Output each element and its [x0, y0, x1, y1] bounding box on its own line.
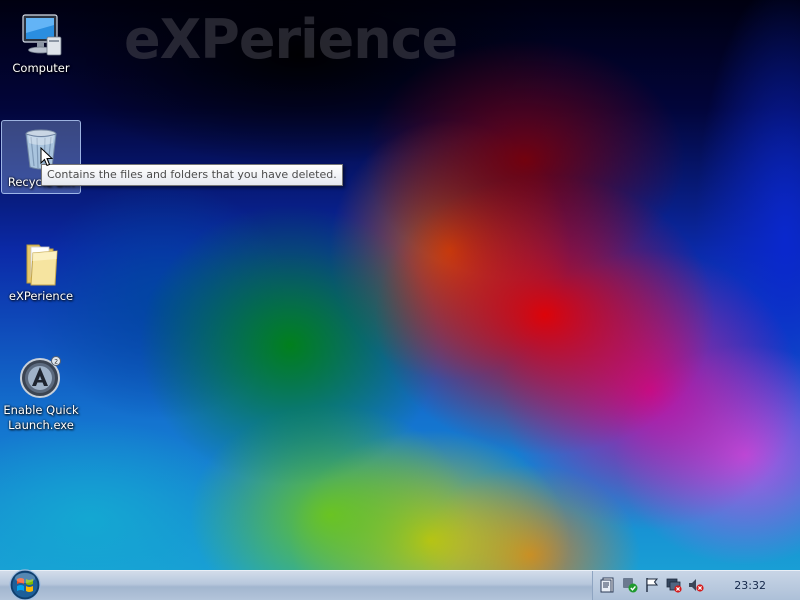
desktop-icon-computer[interactable]: Computer — [1, 6, 81, 80]
system-tray: 23:32 — [592, 571, 800, 600]
quick-launch-app-icon: 2 — [20, 356, 61, 398]
desktop-icon-experience-folder[interactable]: eXPerience — [1, 234, 81, 308]
svg-text:2: 2 — [54, 359, 58, 366]
taskbar-clock[interactable]: 23:32 — [734, 571, 766, 600]
action-center-flag-icon[interactable] — [644, 577, 660, 593]
desktop-icon-label: eXPerience — [8, 289, 74, 303]
desktop[interactable]: eXPerience Computer Recycle Bin — [0, 0, 800, 600]
start-orb-icon[interactable] — [3, 567, 47, 600]
recycle-bin-tooltip: Contains the files and folders that you … — [41, 164, 343, 186]
mouse-cursor-icon — [40, 147, 54, 167]
desktop-icon-label: Enable Quick Launch.exe — [3, 403, 79, 432]
wallpaper-watermark: eXPerience — [124, 8, 458, 71]
network-disconnected-icon[interactable] — [666, 577, 682, 593]
wallpaper-color-blobs — [0, 0, 800, 600]
security-shield-tray-icon[interactable] — [622, 577, 638, 593]
desktop-icon-enable-quick-launch[interactable]: 2 Enable Quick Launch.exe — [1, 348, 81, 437]
volume-muted-icon[interactable] — [688, 577, 704, 593]
document-tray-icon[interactable] — [600, 577, 616, 593]
computer-icon — [22, 14, 62, 56]
desktop-icon-label: Computer — [12, 61, 70, 75]
taskbar: 23:32 — [0, 567, 800, 600]
folder-icon — [26, 244, 58, 286]
